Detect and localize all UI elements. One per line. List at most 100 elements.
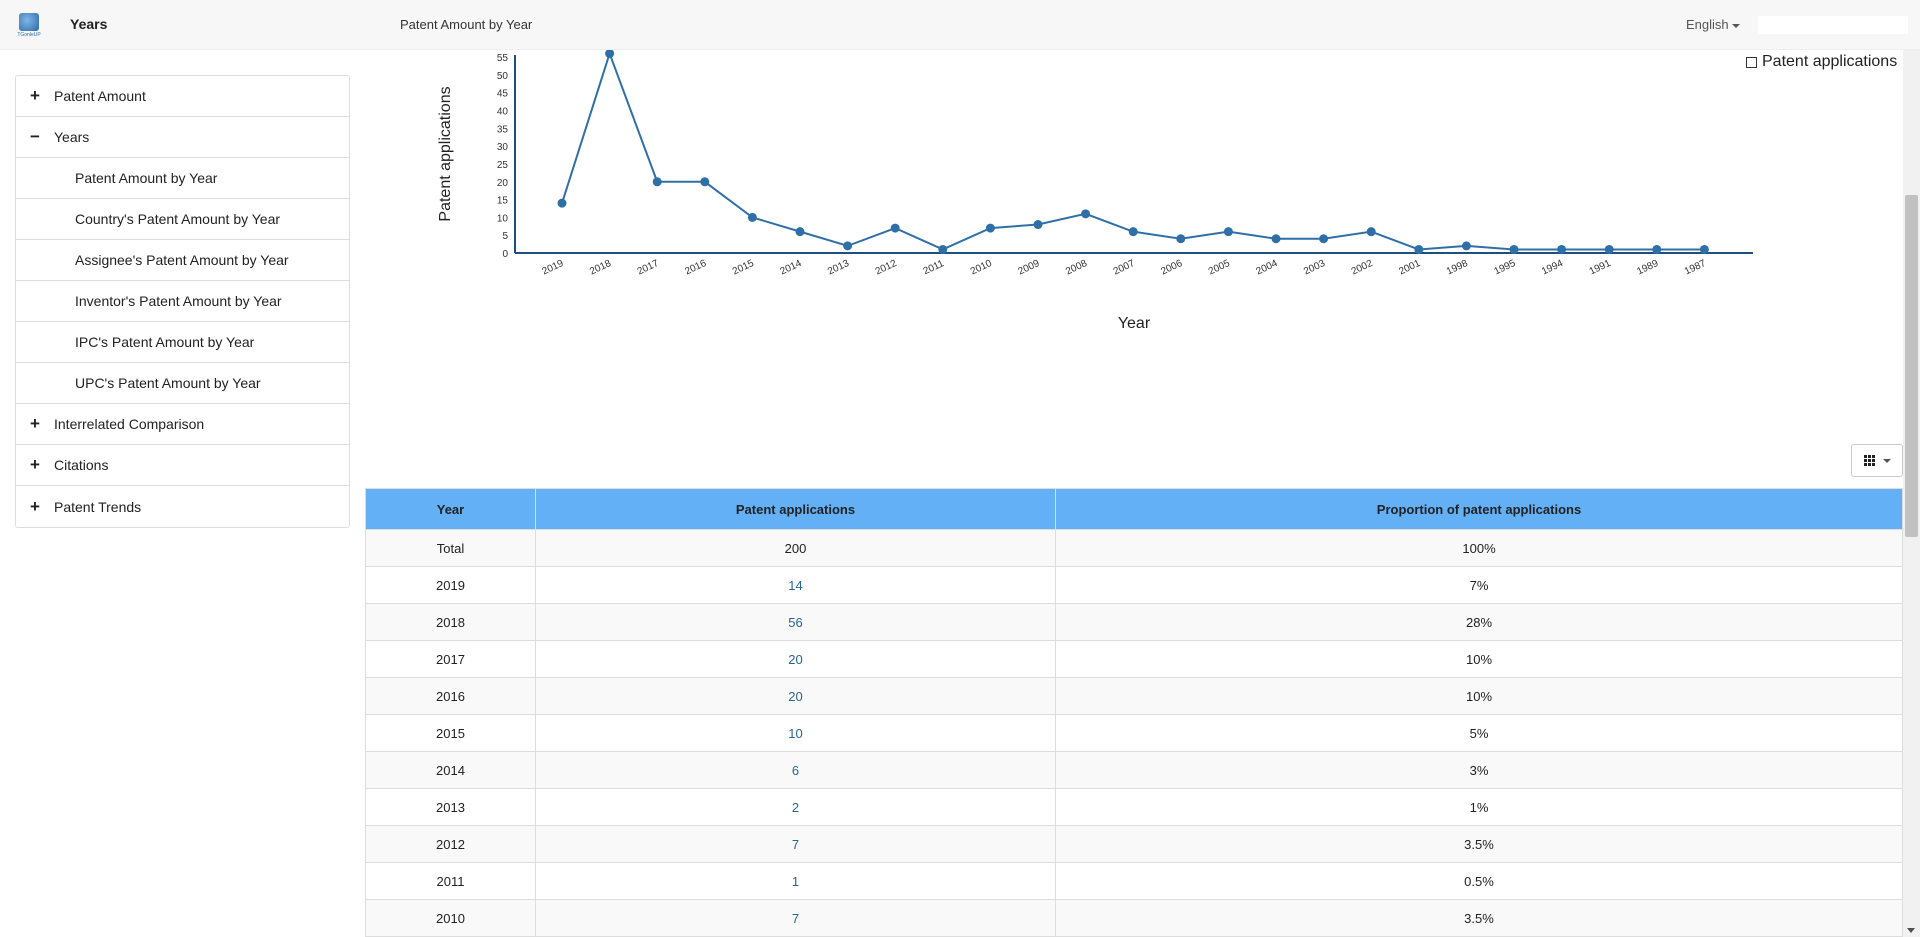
table-row: 2016 20 10% xyxy=(365,677,1903,715)
x-tick-label: 2010 xyxy=(969,258,994,278)
cell-year: 2018 xyxy=(365,603,536,641)
x-tick-label: 2007 xyxy=(1112,258,1137,278)
data-point xyxy=(1128,227,1138,237)
data-point xyxy=(1652,244,1662,254)
cell-applications[interactable]: 14 xyxy=(535,566,1056,604)
table-row: 2014 6 3% xyxy=(365,751,1903,789)
cell-applications[interactable]: 7 xyxy=(535,899,1056,937)
sidebar-item-label: Patent Amount by Year xyxy=(75,170,218,186)
sidebar-item[interactable]: IPC's Patent Amount by Year xyxy=(16,322,349,363)
sidebar-item[interactable]: + Patent Amount xyxy=(16,76,349,117)
cell-year: 2016 xyxy=(365,677,536,715)
series-line xyxy=(561,50,1705,251)
data-point xyxy=(557,198,567,208)
x-tick-label: 2004 xyxy=(1255,258,1280,278)
legend-checkbox-icon xyxy=(1746,56,1757,68)
cell-applications[interactable]: 56 xyxy=(535,603,1056,641)
data-point xyxy=(1461,241,1471,251)
data-point xyxy=(605,50,615,59)
sidebar-item[interactable]: Inventor's Patent Amount by Year xyxy=(16,281,349,322)
scroll-down-arrow-icon[interactable] xyxy=(1907,928,1915,933)
cell-year: 2017 xyxy=(365,640,536,678)
app-logo[interactable]: TGonleUP xyxy=(15,13,43,41)
col-header-applications[interactable]: Patent applications xyxy=(535,488,1056,530)
cell-applications[interactable]: 7 xyxy=(535,825,1056,863)
chart-legend[interactable]: Patent applications xyxy=(1746,53,1897,71)
x-tick-label: 2016 xyxy=(683,258,708,278)
data-point xyxy=(843,241,853,251)
y-tick-label: 0 xyxy=(502,249,508,260)
table-header-row: Year Patent applications Proportion of p… xyxy=(365,488,1903,530)
y-tick-label: 40 xyxy=(497,107,509,118)
language-dropdown[interactable]: English xyxy=(1686,17,1740,32)
x-tick-label: 2012 xyxy=(874,258,899,278)
cell-proportion: 100% xyxy=(1055,529,1903,567)
cell-applications[interactable]: 20 xyxy=(535,640,1056,678)
table-row: Total 200 100% xyxy=(365,529,1903,567)
cell-proportion: 28% xyxy=(1055,603,1903,641)
x-tick-label: 2001 xyxy=(1397,258,1422,278)
caret-down-icon xyxy=(1731,23,1740,28)
plus-icon: + xyxy=(30,455,40,474)
cell-applications[interactable]: 6 xyxy=(535,751,1056,789)
x-tick-label: 1987 xyxy=(1683,258,1708,278)
col-header-year[interactable]: Year xyxy=(365,488,536,530)
cell-year: 2013 xyxy=(365,788,536,826)
cell-applications[interactable]: 10 xyxy=(535,714,1056,752)
col-header-proportion[interactable]: Proportion of patent applications xyxy=(1055,488,1903,530)
page-title: Years xyxy=(70,16,108,32)
cell-proportion: 3.5% xyxy=(1055,825,1903,863)
sidebar-item[interactable]: − Years xyxy=(16,117,349,158)
cell-proportion: 3% xyxy=(1055,751,1903,789)
data-point xyxy=(1033,220,1043,230)
table-row: 2018 56 28% xyxy=(365,603,1903,641)
sidebar-item-label: Citations xyxy=(54,457,109,473)
data-point xyxy=(985,223,995,233)
y-tick-label: 25 xyxy=(497,160,509,171)
cell-year: 2015 xyxy=(365,714,536,752)
cell-proportion: 7% xyxy=(1055,566,1903,604)
sidebar-item[interactable]: Assignee's Patent Amount by Year xyxy=(16,240,349,281)
cell-applications[interactable]: 2 xyxy=(535,788,1056,826)
data-point xyxy=(652,177,662,187)
table-row: 2019 14 7% xyxy=(365,566,1903,604)
sidebar-item-label: Country's Patent Amount by Year xyxy=(75,211,281,227)
cell-applications[interactable]: 1 xyxy=(535,862,1056,900)
minus-icon: − xyxy=(30,127,40,146)
x-tick-label: 2008 xyxy=(1064,258,1089,278)
data-point xyxy=(747,212,757,222)
cell-proportion: 10% xyxy=(1055,640,1903,678)
sidebar-item-label: IPC's Patent Amount by Year xyxy=(75,334,255,350)
search-input[interactable] xyxy=(1758,16,1908,34)
data-point xyxy=(1509,244,1519,254)
cell-proportion: 3.5% xyxy=(1055,899,1903,937)
cell-year: 2010 xyxy=(365,899,536,937)
x-tick-label: 2019 xyxy=(541,258,566,278)
cell-proportion: 5% xyxy=(1055,714,1903,752)
sidebar-item[interactable]: + Patent Trends xyxy=(16,486,349,527)
sidebar-item[interactable]: Country's Patent Amount by Year xyxy=(16,199,349,240)
sidebar-item[interactable]: UPC's Patent Amount by Year xyxy=(16,363,349,404)
x-tick-label: 2009 xyxy=(1017,258,1042,278)
scrollbar-thumb[interactable] xyxy=(1905,195,1918,537)
page-scrollbar[interactable] xyxy=(1903,50,1920,937)
cell-applications: 200 xyxy=(535,529,1056,567)
cell-proportion: 10% xyxy=(1055,677,1903,715)
data-point xyxy=(1604,244,1614,254)
cell-proportion: 1% xyxy=(1055,788,1903,826)
y-tick-label: 50 xyxy=(497,71,509,82)
x-tick-label: 2014 xyxy=(779,258,804,278)
page-subtitle: Patent Amount by Year xyxy=(400,17,533,32)
sidebar-item[interactable]: + Citations xyxy=(16,445,349,486)
sidebar-item[interactable]: + Interrelated Comparison xyxy=(16,404,349,445)
sidebar-item-label: Interrelated Comparison xyxy=(54,416,205,432)
data-point xyxy=(1366,227,1376,237)
sidebar-item[interactable]: Patent Amount by Year xyxy=(16,158,349,199)
columns-toggle-button[interactable] xyxy=(1851,444,1903,477)
cell-applications[interactable]: 20 xyxy=(535,677,1056,715)
globe-icon xyxy=(19,13,39,31)
sidebar-item-label: Patent Amount xyxy=(54,88,146,104)
x-tick-label: 1995 xyxy=(1493,258,1518,278)
table-row: 2015 10 5% xyxy=(365,714,1903,752)
x-tick-label: 2006 xyxy=(1159,258,1184,278)
